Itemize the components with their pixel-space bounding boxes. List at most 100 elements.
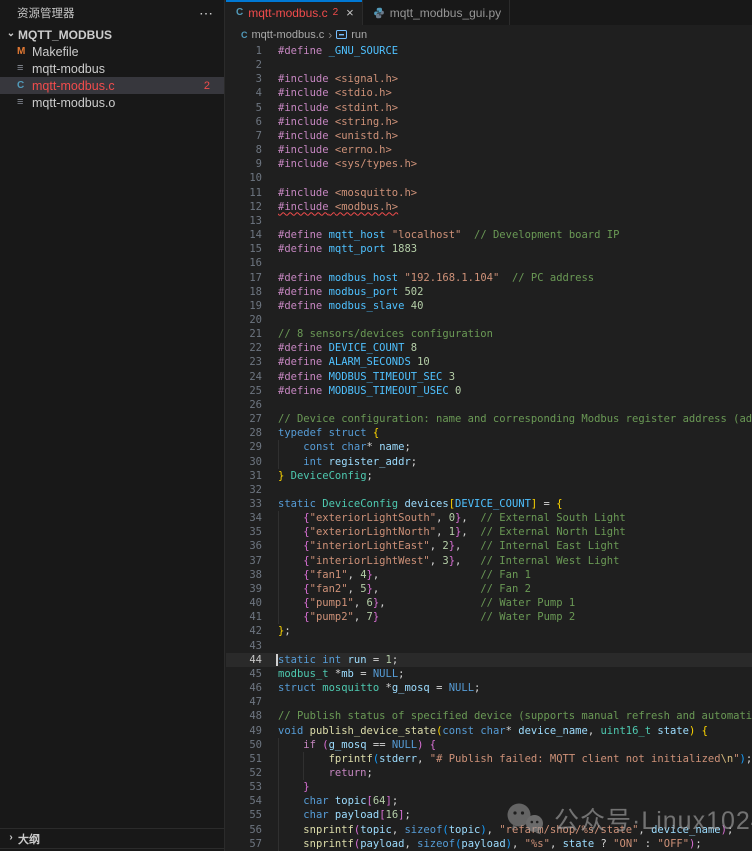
code-line[interactable]: 4#include <stdio.h> [226,86,752,100]
code-line[interactable]: 42}; [226,624,752,638]
line-number: 34 [226,511,262,525]
code-line[interactable]: 19#define modbus_slave 40 [226,299,752,313]
code-line[interactable]: 44static int run = 1; [226,653,752,667]
code-line[interactable]: 47 [226,695,752,709]
code-line[interactable]: 32 [226,483,752,497]
code-line[interactable]: 9#include <sys/types.h> [226,157,752,171]
code-line[interactable]: 20 [226,313,752,327]
indent-guide [278,780,279,794]
code-line[interactable]: 30 int register_addr; [226,455,752,469]
code-line[interactable]: 28typedef struct { [226,426,752,440]
code-line[interactable]: 54 char topic[64]; [226,794,752,808]
chevron-down-icon: ⌄ [4,28,18,39]
code-line[interactable]: 31} DeviceConfig; [226,469,752,483]
code-line[interactable]: 6#include <string.h> [226,115,752,129]
line-number: 30 [226,455,262,469]
code-line[interactable]: 40 {"pump1", 6}, // Water Pump 1 [226,596,752,610]
line-text: #define modbus_host "192.168.1.104" // P… [278,271,594,285]
line-text: #define mqtt_port 1883 [278,242,417,256]
code-line[interactable]: 48// Publish status of specified device … [226,709,752,723]
code-line[interactable]: 3#include <signal.h> [226,72,752,86]
code-line[interactable]: 33static DeviceConfig devices[DEVICE_COU… [226,497,752,511]
python-file-icon [373,7,385,19]
line-text: #include <stdint.h> [278,101,398,115]
close-icon[interactable]: × [346,6,354,19]
code-line[interactable]: 46struct mosquitto *g_mosq = NULL; [226,681,752,695]
code-line[interactable]: 10 [226,171,752,185]
indent-guide [278,794,279,808]
breadcrumb-separator: › [328,28,332,42]
code-line[interactable]: 39 {"fan2", 5}, // Fan 2 [226,582,752,596]
line-text: #include <errno.h> [278,143,392,157]
code-line[interactable]: 50 if (g_mosq == NULL) { [226,738,752,752]
line-text: char topic[64]; [278,794,398,808]
code-line[interactable]: 11#include <mosquitto.h> [226,186,752,200]
tree-item-mqtt-modbus-c[interactable]: Cmqtt-modbus.c2 [0,77,224,94]
code-line[interactable]: 16 [226,256,752,270]
code-line[interactable]: 45modbus_t *mb = NULL; [226,667,752,681]
code-line[interactable]: 55 char payload[16]; [226,808,752,822]
code-editor[interactable]: 1#define _GNU_SOURCE23#include <signal.h… [226,44,752,851]
code-line[interactable]: 51 fprintf(stderr, "# Publish failed: MQ… [226,752,752,766]
code-line[interactable]: 23#define ALARM_SECONDS 10 [226,355,752,369]
code-line[interactable]: 2 [226,58,752,72]
line-number: 43 [226,639,262,653]
breadcrumb-file[interactable]: mqtt-modbus.c [252,29,325,41]
tree-item-mqtt-modbus-o[interactable]: ≡mqtt-modbus.o [0,94,224,111]
code-line[interactable]: 37 {"interiorLightWest", 3}, // Internal… [226,554,752,568]
line-text: #define ALARM_SECONDS 10 [278,355,430,369]
folder-row-mqtt-modbus[interactable]: ⌄ MQTT_MODBUS [0,26,224,43]
code-line[interactable]: 7#include <unistd.h> [226,129,752,143]
code-line[interactable]: 56 snprintf(topic, sizeof(topic), "refar… [226,823,752,837]
tab-mqtt-modbus-gui-py[interactable]: mqtt_modbus_gui.py [363,0,510,25]
code-line[interactable]: 15#define mqtt_port 1883 [226,242,752,256]
code-line[interactable]: 22#define DEVICE_COUNT 8 [226,341,752,355]
line-number: 22 [226,341,262,355]
more-actions-icon[interactable]: ⋯ [199,5,214,22]
line-number: 36 [226,539,262,553]
line-text: #include <sys/types.h> [278,157,417,171]
code-line[interactable]: 18#define modbus_port 502 [226,285,752,299]
code-line[interactable]: 21 // 8 sensors/devices configuration [226,327,752,341]
code-line[interactable]: 5#include <stdint.h> [226,101,752,115]
code-line[interactable]: 14#define mqtt_host "localhost" // Devel… [226,228,752,242]
code-line[interactable]: 52 return; [226,766,752,780]
line-text: struct mosquitto *g_mosq = NULL; [278,681,480,695]
code-line[interactable]: 38 {"fan1", 4}, // Fan 1 [226,568,752,582]
code-line[interactable]: 57 snprintf(payload, sizeof(payload), "%… [226,837,752,851]
line-text: {"fan1", 4}, // Fan 1 [278,568,531,582]
line-text: static int run = 1; [278,653,398,667]
problems-badge: 2 [204,80,224,92]
line-text: #define modbus_slave 40 [278,299,423,313]
line-text: // Publish status of specified device (s… [278,709,752,723]
code-line[interactable]: 53 } [226,780,752,794]
tree-item-mqtt-modbus[interactable]: ≡mqtt-modbus [0,60,224,77]
code-line[interactable]: 36 {"interiorLightEast", 2}, // Internal… [226,539,752,553]
breadcrumb-symbol[interactable]: run [351,29,367,41]
code-line[interactable]: 35 {"exteriorLightNorth", 1}, // Externa… [226,525,752,539]
line-number: 21 [226,327,262,341]
code-line[interactable]: 43 [226,639,752,653]
line-text: // 8 sensors/devices configuration [278,327,493,341]
code-line[interactable]: 1#define _GNU_SOURCE [226,44,752,58]
tree-item-makefile[interactable]: MMakefile [0,43,224,60]
code-line[interactable]: 8#include <errno.h> [226,143,752,157]
code-line[interactable]: 41 {"pump2", 7} // Water Pump 2 [226,610,752,624]
line-text: {"interiorLightWest", 3}, // Internal We… [278,554,619,568]
code-line[interactable]: 12#include <modbus.h> [226,200,752,214]
code-line[interactable]: 26 [226,398,752,412]
code-line[interactable]: 24#define MODBUS_TIMEOUT_SEC 3 [226,370,752,384]
code-line[interactable]: 25#define MODBUS_TIMEOUT_USEC 0 [226,384,752,398]
code-line[interactable]: 17#define modbus_host "192.168.1.104" //… [226,271,752,285]
line-text: int register_addr; [278,455,417,469]
code-line[interactable]: 29 const char* name; [226,440,752,454]
outline-section-header[interactable]: › 大纲 [0,828,224,848]
line-number: 28 [226,426,262,440]
code-line[interactable]: 34 {"exteriorLightSouth", 0}, // Externa… [226,511,752,525]
code-line[interactable]: 13 [226,214,752,228]
tab-mqtt-modbus-c[interactable]: C mqtt-modbus.c 2 × [226,0,363,25]
code-line[interactable]: 27// Device configuration: name and corr… [226,412,752,426]
c-file-icon: C [236,7,243,18]
line-text: } DeviceConfig; [278,469,373,483]
code-line[interactable]: 49void publish_device_state(const char* … [226,724,752,738]
